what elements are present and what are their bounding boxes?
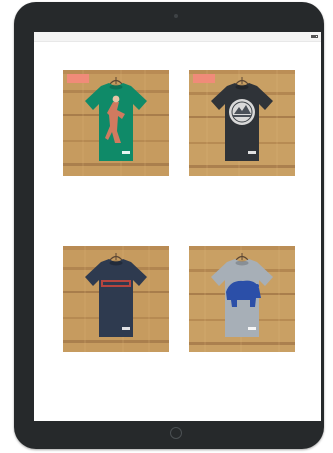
status-bar	[34, 32, 321, 42]
product-badge-1	[67, 74, 89, 83]
battery-icon	[311, 35, 318, 38]
product-image-4[interactable]	[189, 246, 295, 352]
front-camera-icon	[174, 14, 178, 18]
product-card-1[interactable]	[63, 70, 171, 181]
product-image-1[interactable]	[63, 70, 169, 176]
product-card-4[interactable]	[189, 246, 297, 357]
tablet-screen	[34, 32, 321, 421]
product-badge-2	[193, 74, 215, 83]
product-image-2[interactable]	[189, 70, 295, 176]
product-image-3[interactable]	[63, 246, 169, 352]
home-button[interactable]	[170, 427, 182, 439]
product-card-3[interactable]	[63, 246, 171, 357]
product-card-2[interactable]	[189, 70, 297, 181]
